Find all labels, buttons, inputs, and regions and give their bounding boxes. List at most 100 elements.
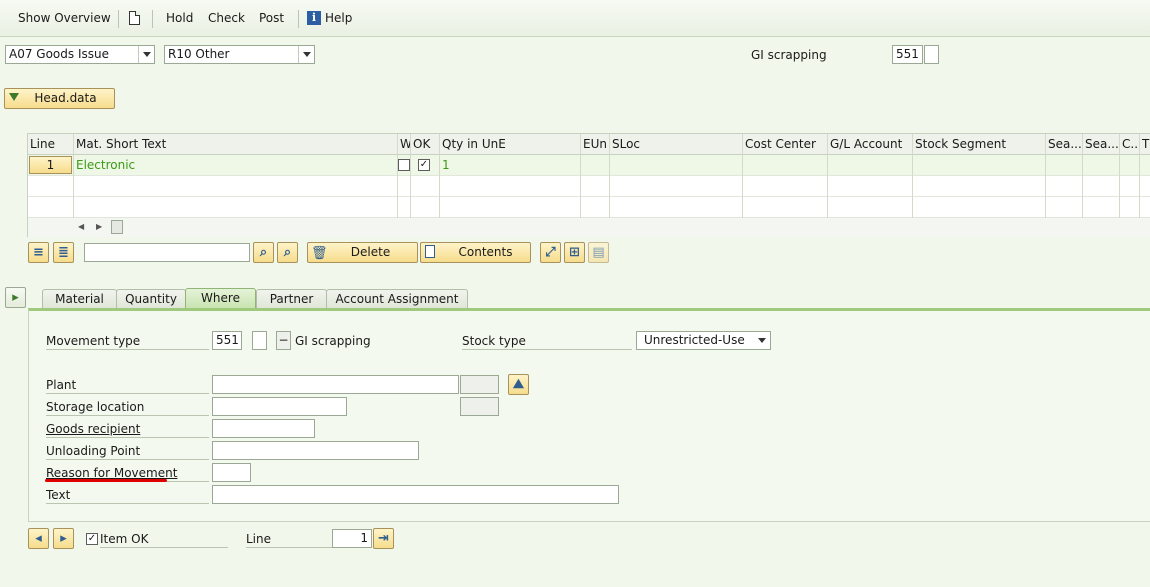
row-w-cell <box>398 155 411 176</box>
col-header-cost-center[interactable]: Cost Center <box>743 134 828 155</box>
disabled-tool-icon: ▤ <box>588 242 609 263</box>
tab-where[interactable]: Where <box>185 288 256 310</box>
row-qty[interactable]: 1 <box>440 155 581 176</box>
goods-recipient-link[interactable]: Goods recipient <box>46 422 140 436</box>
tab-partner[interactable]: Partner <box>256 289 327 309</box>
stock-type-value: Unrestricted-Use <box>644 333 745 347</box>
select-all-icon[interactable]: ≡ <box>28 242 49 263</box>
movement-type-indicator-field[interactable] <box>252 331 267 350</box>
col-header-line[interactable]: Line <box>28 134 74 155</box>
head-data-button[interactable]: Head.data <box>4 88 115 109</box>
table-header: Line Mat. Short Text W OK Qty in UnE EUn… <box>28 134 1150 155</box>
chevron-down-icon[interactable] <box>138 46 154 63</box>
new-document-icon[interactable] <box>129 11 140 25</box>
row-sea-2[interactable] <box>1083 155 1120 176</box>
col-header-eun[interactable]: EUn <box>581 134 610 155</box>
col-header-sea-1[interactable]: Sea... <box>1046 134 1083 155</box>
row-line-button[interactable]: 1 <box>29 156 72 174</box>
tab-material[interactable]: Material <box>42 289 117 309</box>
table-row[interactable] <box>28 197 1150 218</box>
contents-button[interactable]: Contents <box>420 242 531 263</box>
scroll-left-icon[interactable]: ◀ <box>78 222 84 231</box>
row-mat-short-text[interactable]: Electronic <box>74 155 398 176</box>
table-search-input[interactable] <box>84 243 250 262</box>
col-header-w[interactable]: W <box>398 134 411 155</box>
find-icon[interactable]: ⌕ <box>253 242 274 263</box>
col-header-gl-account[interactable]: G/L Account <box>828 134 913 155</box>
text-field[interactable] <box>212 485 619 504</box>
item-ok-checkbox[interactable]: ✓ <box>86 533 98 545</box>
expand-icon[interactable]: ⤢ <box>540 242 561 263</box>
table-row[interactable]: 1 Electronic ✓ 1 <box>28 155 1150 176</box>
hierarchy-icon[interactable]: ⊞ <box>564 242 585 263</box>
tab-account-assignment[interactable]: Account Assignment <box>326 289 468 309</box>
col-header-stock-segment[interactable]: Stock Segment <box>913 134 1046 155</box>
row-stock-segment[interactable] <box>913 155 1046 176</box>
go-to-line-icon[interactable]: ⇥ <box>373 528 394 549</box>
stock-type-label: Stock type <box>462 334 632 350</box>
delete-button[interactable]: 🗑 Delete <box>307 242 418 263</box>
row-line-cell: 1 <box>28 155 74 176</box>
scroll-right-icon[interactable]: ▶ <box>96 222 102 231</box>
row-gl-account[interactable] <box>828 155 913 176</box>
help-button[interactable]: Help <box>325 11 352 25</box>
reason-for-movement-link[interactable]: Reason for Movement <box>46 466 177 480</box>
gi-movement-type-field[interactable]: 551 <box>892 45 923 64</box>
chevron-down-icon[interactable] <box>298 46 314 63</box>
table-row[interactable] <box>28 176 1150 197</box>
hold-button[interactable]: Hold <box>166 11 193 25</box>
scroll-thumb[interactable] <box>111 220 123 234</box>
row-sea-1[interactable] <box>1046 155 1083 176</box>
action-select-value: A07 Goods Issue <box>9 47 109 61</box>
col-header-t[interactable]: T <box>1140 134 1150 155</box>
info-icon[interactable]: i <box>307 11 321 25</box>
horizontal-scrollbar[interactable]: ◀ ▶ <box>28 218 1150 237</box>
tab-toggle-icon[interactable]: ▸ <box>5 287 26 308</box>
text-label: Text <box>46 488 209 504</box>
col-header-sloc[interactable]: SLoc <box>610 134 743 155</box>
find-next-icon[interactable]: ⌕ <box>277 242 298 263</box>
row-ok-checkbox[interactable]: ✓ <box>418 159 430 171</box>
deselect-all-icon[interactable]: ≣ <box>53 242 74 263</box>
row-cost-center[interactable] <box>743 155 828 176</box>
row-w-checkbox[interactable] <box>398 159 410 171</box>
goods-recipient-label[interactable]: Goods recipient <box>46 422 209 438</box>
reference-select[interactable]: R10 Other <box>164 45 315 64</box>
goods-recipient-field[interactable] <box>212 419 315 438</box>
post-button[interactable]: Post <box>259 11 284 25</box>
next-item-icon[interactable]: ▸ <box>53 528 74 549</box>
plant-extra-field <box>460 375 499 394</box>
toolbar-separator <box>298 10 299 28</box>
col-header-qty[interactable]: Qty in UnE <box>440 134 581 155</box>
col-header-c[interactable]: C.. <box>1120 134 1140 155</box>
chevron-down-icon[interactable] <box>754 332 770 349</box>
stock-type-select[interactable]: Unrestricted-Use <box>636 331 771 350</box>
unloading-point-field[interactable] <box>212 441 419 460</box>
funnel-icon <box>9 93 19 101</box>
previous-item-icon[interactable]: ◂ <box>28 528 49 549</box>
show-overview-button[interactable]: Show Overview <box>18 11 111 25</box>
reason-for-movement-field[interactable] <box>212 463 251 482</box>
row-eun[interactable] <box>581 155 610 176</box>
col-header-ok[interactable]: OK <box>411 134 440 155</box>
trash-icon: 🗑 <box>311 246 328 261</box>
row-c[interactable] <box>1120 155 1140 176</box>
line-number-field[interactable]: 1 <box>332 529 372 548</box>
row-sloc[interactable] <box>610 155 743 176</box>
line-label: Line <box>246 532 332 548</box>
items-table: Line Mat. Short Text W OK Qty in UnE EUn… <box>27 133 1150 237</box>
mountain-icon[interactable]: ⛰ <box>508 374 529 395</box>
movement-type-field[interactable]: 551 <box>212 331 242 350</box>
action-select[interactable]: A07 Goods Issue <box>5 45 155 64</box>
plant-field[interactable] <box>212 375 459 394</box>
col-header-sea-2[interactable]: Sea... <box>1083 134 1120 155</box>
storage-location-extra-field <box>460 397 499 416</box>
storage-location-field[interactable] <box>212 397 347 416</box>
tab-quantity[interactable]: Quantity <box>116 289 186 309</box>
delete-label: Delete <box>350 245 391 259</box>
row-ok-cell: ✓ <box>411 155 440 176</box>
plant-label: Plant <box>46 378 209 394</box>
col-header-mat-short-text[interactable]: Mat. Short Text <box>74 134 398 155</box>
gi-indicator-field[interactable] <box>924 45 939 64</box>
check-button[interactable]: Check <box>208 11 245 25</box>
